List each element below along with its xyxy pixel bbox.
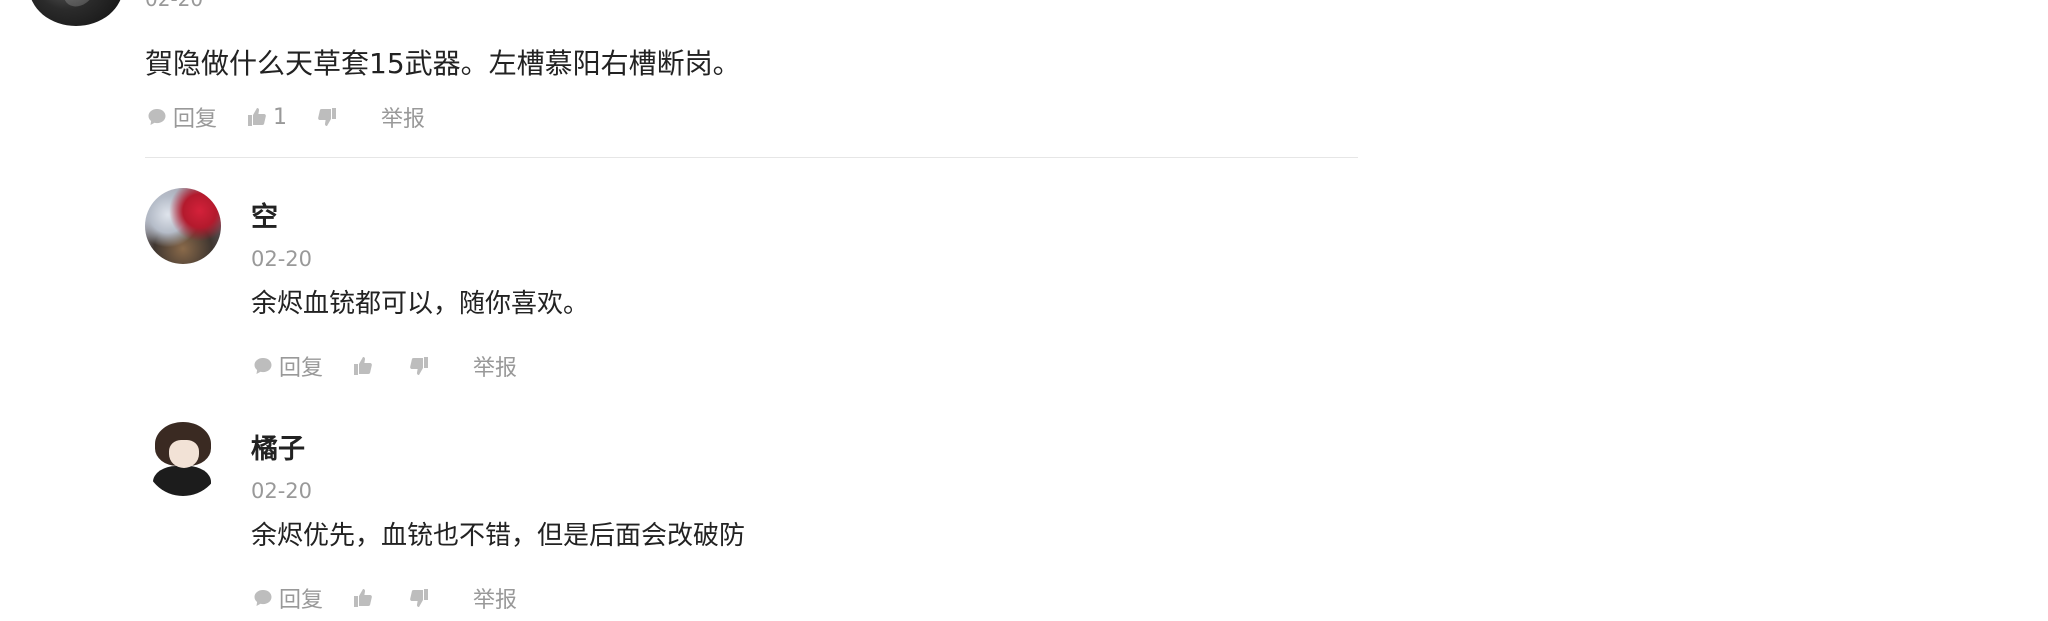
comment-date: 02-20: [145, 0, 203, 10]
dislike-button[interactable]: [407, 354, 435, 378]
thumbs-up-icon: [351, 354, 375, 378]
speech-bubble-icon: [145, 105, 169, 129]
speech-bubble-icon: [251, 586, 275, 610]
avatar[interactable]: [29, 0, 123, 26]
comment-actions: 回复 1 举报: [145, 100, 453, 134]
reply-button[interactable]: 回复: [251, 582, 323, 614]
report-button[interactable]: 举报: [381, 101, 425, 133]
dislike-button[interactable]: [315, 105, 343, 129]
reply-text: 余烬血铳都可以，随你喜欢。: [251, 289, 590, 319]
username[interactable]: 橘子: [251, 434, 305, 466]
avatar[interactable]: [145, 420, 221, 496]
reply-label: 回复: [279, 356, 324, 381]
thumbs-up-icon: [351, 586, 375, 610]
thumbs-down-icon: [407, 586, 431, 610]
reply-label: 回复: [279, 588, 324, 613]
like-button[interactable]: [351, 586, 379, 610]
comment-text: 賀隐做什么天草套15武器。左槽慕阳右槽断岗。: [145, 47, 741, 80]
report-label: 举报: [473, 588, 518, 613]
reply-button[interactable]: 回复: [145, 101, 217, 133]
comment-thread: 02-20 賀隐做什么天草套15武器。左槽慕阳右槽断岗。 回复 1 举报 空 0: [0, 0, 2048, 621]
report-button[interactable]: 举报: [473, 350, 517, 382]
reply-date: 02-20: [251, 247, 313, 271]
report-button[interactable]: 举报: [473, 582, 517, 614]
report-label: 举报: [473, 356, 518, 381]
like-button[interactable]: [351, 354, 379, 378]
thumbs-down-icon: [315, 105, 339, 129]
avatar[interactable]: [145, 188, 221, 264]
like-button[interactable]: 1: [245, 105, 287, 130]
reply-actions: 回复 举报: [251, 581, 545, 615]
reply-text: 余烬优先，血铳也不错，但是后面会改破防: [251, 521, 746, 551]
reply-date: 02-20: [251, 479, 313, 503]
divider: [145, 157, 1358, 158]
dislike-button[interactable]: [407, 586, 435, 610]
speech-bubble-icon: [251, 354, 275, 378]
thumbs-up-icon: [245, 105, 269, 129]
username[interactable]: 空: [251, 202, 278, 234]
like-count: 1: [273, 104, 288, 130]
thumbs-down-icon: [407, 354, 431, 378]
reply-label: 回复: [173, 107, 218, 132]
reply-actions: 回复 举报: [251, 349, 545, 383]
report-label: 举报: [381, 107, 426, 132]
reply-button[interactable]: 回复: [251, 350, 323, 382]
